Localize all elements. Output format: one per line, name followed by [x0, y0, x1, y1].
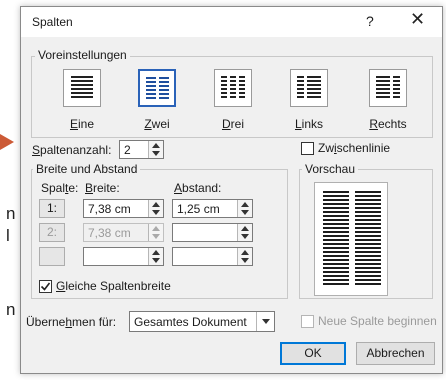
title-bar: Spalten ? ✕	[21, 7, 442, 37]
preset-one[interactable]: Eine	[56, 69, 112, 131]
right-column-icon	[369, 69, 407, 107]
three-columns-icon	[214, 69, 252, 107]
preset-left-label: inks	[301, 117, 324, 131]
preview-page	[314, 182, 388, 296]
column-3-width-spinner	[83, 247, 164, 266]
spin-down-icon[interactable]	[241, 210, 249, 215]
presets-legend: Voreinstellungen	[35, 48, 130, 62]
equal-width-label: Gleiche Spaltenbreite	[56, 279, 171, 293]
preset-three[interactable]: Drei	[207, 69, 263, 131]
width-header: Breite:	[85, 181, 120, 195]
column-2-width-spinner: 7,38 cm	[83, 223, 164, 242]
column-2-spacing-spin-buttons	[237, 224, 252, 241]
column-1-spacing-value: 1,25 cm	[177, 202, 220, 216]
checkmark-icon	[40, 282, 51, 291]
chevron-down-icon[interactable]	[256, 312, 274, 331]
preset-one-label: ine	[78, 117, 95, 131]
preset-two[interactable]: Zwei	[131, 69, 187, 131]
spin-down-icon	[152, 234, 160, 239]
preset-right[interactable]: Rechts	[362, 69, 418, 131]
preset-right-accel: R	[369, 117, 378, 131]
column-count-spinner[interactable]: 2	[119, 140, 164, 159]
one-column-icon	[63, 69, 101, 107]
preset-two-accel: Z	[144, 117, 152, 131]
preview-column-right	[355, 191, 381, 287]
spin-down-icon[interactable]	[152, 151, 160, 156]
width-spacing-legend: Breite und Abstand	[33, 162, 141, 176]
column-1-width-spin-buttons[interactable]	[148, 200, 163, 217]
column-2-button: 2:	[39, 223, 65, 242]
annotation-arrow-icon	[0, 134, 14, 150]
column-1-spacing-spinner[interactable]: 1,25 cm	[172, 199, 253, 218]
columns-dialog: Spalten ? ✕ Voreinstellungen Eine Zwei D…	[20, 6, 443, 374]
spin-up-icon[interactable]	[152, 202, 160, 207]
separator-label: Zwischenlinie	[318, 141, 391, 155]
doc-text-fragment: n	[6, 300, 16, 319]
spin-up-icon	[152, 226, 160, 231]
column-3-button	[39, 247, 65, 266]
separator-checkbox[interactable]	[301, 142, 314, 155]
preview-column-left	[323, 191, 349, 287]
column-2-width-value: 7,38 cm	[88, 226, 131, 240]
column-1-width-value: 7,38 cm	[88, 202, 131, 216]
two-columns-icon	[138, 69, 176, 107]
preview-legend: Vorschau	[302, 162, 359, 176]
preset-three-label: rei	[230, 117, 244, 131]
apply-to-value: Gesamtes Dokument	[134, 315, 247, 329]
preset-two-label: wei	[151, 117, 170, 131]
preset-three-accel: D	[221, 117, 231, 131]
apply-to-label: Übernehmen für:	[26, 315, 117, 329]
preset-one-accel: E	[69, 117, 78, 131]
spacing-header: Abstand:	[174, 181, 222, 195]
column-3-spacing-spin-buttons	[237, 248, 252, 265]
left-column-icon	[290, 69, 328, 107]
column-3-width-spin-buttons	[148, 248, 163, 265]
ok-button[interactable]: OK	[280, 342, 346, 365]
help-button[interactable]: ?	[366, 13, 374, 29]
column-1-spacing-spin-buttons[interactable]	[237, 200, 252, 217]
preset-left-accel: L	[294, 117, 302, 131]
spin-down-icon	[152, 258, 160, 263]
column-header: Spalte:	[41, 181, 79, 195]
column-count-label: Spaltenanzahl:	[32, 143, 112, 157]
column-1-button[interactable]: 1:	[39, 199, 65, 218]
doc-text-fragment: l	[6, 226, 10, 245]
column-3-spacing-spinner	[172, 247, 253, 266]
equal-width-checkbox[interactable]	[39, 280, 52, 293]
dialog-title: Spalten	[32, 15, 73, 29]
spin-up-icon	[241, 250, 249, 255]
spin-down-icon	[241, 258, 249, 263]
doc-text-fragment: n	[6, 204, 16, 223]
spin-up-icon	[152, 250, 160, 255]
column-count-value: 2	[124, 143, 131, 157]
column-2-spacing-spinner	[172, 223, 253, 242]
cancel-button[interactable]: Abbrechen	[356, 342, 435, 365]
spin-down-icon	[241, 234, 249, 239]
apply-to-select[interactable]: Gesamtes Dokument	[129, 311, 275, 332]
spin-up-icon[interactable]	[241, 202, 249, 207]
new-column-checkbox	[301, 315, 314, 328]
preset-right-label: echts	[377, 117, 407, 131]
preset-left[interactable]: Links	[283, 69, 339, 131]
column-1-width-spinner[interactable]: 7,38 cm	[83, 199, 164, 218]
spin-down-icon[interactable]	[152, 210, 160, 215]
new-column-label: Neue Spalte beginnen	[318, 314, 437, 328]
spin-up-icon[interactable]	[152, 143, 160, 148]
column-2-width-spin-buttons	[148, 224, 163, 241]
spin-up-icon	[241, 226, 249, 231]
column-count-spin-buttons[interactable]	[148, 141, 163, 158]
close-button[interactable]: ✕	[410, 9, 425, 30]
